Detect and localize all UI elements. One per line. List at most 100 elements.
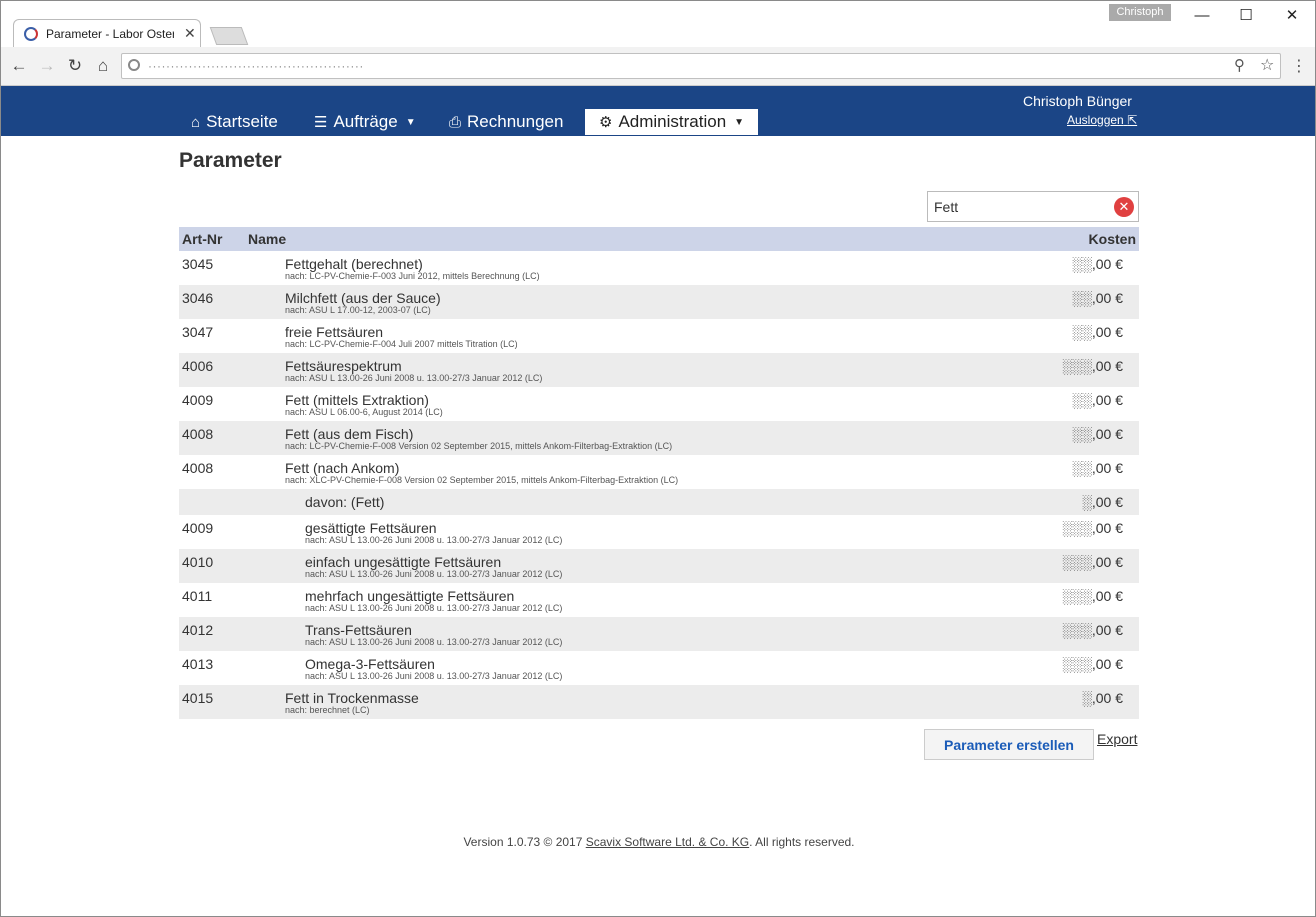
- table-row[interactable]: davon: (Fett) ░,00 €: [179, 489, 1139, 515]
- home-icon[interactable]: ⌂: [92, 55, 114, 77]
- table-row[interactable]: 4015 Fett in Trockenmasse nach: berechne…: [179, 685, 1139, 719]
- parameter-name[interactable]: Omega-3-Fettsäuren: [305, 656, 435, 672]
- browser-toolbar: ← → ↻ ⌂ ································…: [1, 47, 1315, 86]
- parameter-name[interactable]: Milchfett (aus der Sauce): [285, 290, 441, 306]
- art-nr: 4013: [182, 656, 214, 672]
- table-row[interactable]: 4010 einfach ungesättigte Fettsäuren nac…: [179, 549, 1139, 583]
- parameter-cost: ░░░,00 €: [1062, 622, 1123, 638]
- footer: Version 1.0.73 © 2017 Scavix Software Lt…: [1, 835, 1315, 849]
- table-row[interactable]: 4008 Fett (aus dem Fisch) nach: LC-PV-Ch…: [179, 421, 1139, 455]
- parameter-name[interactable]: Fettgehalt (berechnet): [285, 256, 423, 272]
- parameter-method: nach: ASU L 13.00-26 Juni 2008 u. 13.00-…: [305, 671, 563, 681]
- parameter-name[interactable]: einfach ungesättigte Fettsäuren: [305, 554, 501, 570]
- art-nr: 3047: [182, 324, 214, 340]
- footer-company-link[interactable]: Scavix Software Ltd. & Co. KG: [586, 835, 749, 849]
- art-nr: 4011: [182, 588, 213, 604]
- parameter-method: nach: LC-PV-Chemie-F-003 Juni 2012, mitt…: [285, 271, 540, 281]
- parameter-cost: ░,00 €: [1081, 494, 1123, 510]
- parameter-name[interactable]: Fett (nach Ankom): [285, 460, 399, 476]
- back-icon[interactable]: ←: [8, 55, 30, 77]
- forward-icon[interactable]: →: [36, 55, 58, 77]
- title-bar: Parameter - Labor Osterl ✕ Christoph — ☐…: [1, 1, 1315, 47]
- address-bar[interactable]: ········································…: [121, 53, 1281, 79]
- parameter-name[interactable]: Fett (mittels Extraktion): [285, 392, 429, 408]
- nav-label: Rechnungen: [467, 112, 564, 131]
- parameter-name[interactable]: freie Fettsäuren: [285, 324, 383, 340]
- parameter-method: nach: ASU L 13.00-26 Juni 2008 u. 13.00-…: [305, 603, 563, 613]
- site-favicon-icon: [24, 27, 38, 41]
- column-header-art[interactable]: Art-Nr: [182, 231, 222, 247]
- table-row[interactable]: 4008 Fett (nach Ankom) nach: XLC-PV-Chem…: [179, 455, 1139, 489]
- zoom-icon[interactable]: ⚲: [1234, 56, 1245, 74]
- nav-label: Startseite: [206, 112, 278, 131]
- footer-version: Version 1.0.73 © 2017: [463, 835, 586, 849]
- nav-startseite[interactable]: ⌂ Startseite: [191, 109, 278, 135]
- parameter-cost: ░░,00 €: [1072, 426, 1123, 442]
- browser-tab[interactable]: Parameter - Labor Osterl ✕: [13, 19, 201, 47]
- tab-close-icon[interactable]: ✕: [184, 25, 196, 42]
- url-text[interactable]: ········································…: [148, 59, 364, 73]
- table-row[interactable]: 4011 mehrfach ungesättigte Fettsäuren na…: [179, 583, 1139, 617]
- parameter-cost: ░░░,00 €: [1062, 358, 1123, 374]
- art-nr: 4012: [182, 622, 214, 638]
- home-icon: ⌂: [191, 114, 201, 131]
- parameter-method: nach: ASU L 17.00-12, 2003-07 (LC): [285, 305, 431, 315]
- parameter-name[interactable]: Fett in Trockenmasse: [285, 690, 419, 706]
- logout-label[interactable]: Ausloggen: [1067, 113, 1124, 127]
- art-nr: 4009: [182, 520, 214, 536]
- search-input[interactable]: [934, 197, 1104, 217]
- tab-title: Parameter - Labor Osterl: [46, 27, 174, 41]
- nav-administration[interactable]: ⚙ Administration ▼: [585, 109, 759, 135]
- parameter-method: nach: berechnet (LC): [285, 705, 370, 715]
- caret-down-icon: ▼: [734, 117, 745, 128]
- parameter-name[interactable]: davon: (Fett): [305, 494, 384, 510]
- table-row[interactable]: 4013 Omega-3-Fettsäuren nach: ASU L 13.0…: [179, 651, 1139, 685]
- table-row[interactable]: 4009 Fett (mittels Extraktion) nach: ASU…: [179, 387, 1139, 421]
- clear-search-icon[interactable]: ✕: [1114, 197, 1134, 217]
- parameter-name[interactable]: mehrfach ungesättigte Fettsäuren: [305, 588, 514, 604]
- parameter-cost: ░░,00 €: [1072, 256, 1123, 272]
- parameter-method: nach: ASU L 06.00-6, August 2014 (LC): [285, 407, 443, 417]
- reload-icon[interactable]: ↻: [64, 55, 86, 77]
- search-field[interactable]: ✕: [927, 191, 1139, 222]
- parameter-method: nach: ASU L 13.00-26 Juni 2008 u. 13.00-…: [305, 637, 563, 647]
- parameter-name[interactable]: gesättigte Fettsäuren: [305, 520, 437, 536]
- table-row[interactable]: 3047 freie Fettsäuren nach: LC-PV-Chemie…: [179, 319, 1139, 353]
- page-title: Parameter: [179, 149, 282, 172]
- export-link[interactable]: Export: [1097, 731, 1137, 747]
- nav-auftraege[interactable]: ☰ Aufträge ▼: [314, 109, 416, 135]
- parameter-name[interactable]: Fett (aus dem Fisch): [285, 426, 413, 442]
- art-nr: 4008: [182, 460, 214, 476]
- list-icon: ☰: [314, 114, 328, 131]
- parameter-cost: ░░,00 €: [1072, 290, 1123, 306]
- parameter-cost: ░░░,00 €: [1062, 554, 1123, 570]
- maximize-icon[interactable]: ☐: [1231, 5, 1261, 27]
- art-nr: 4008: [182, 426, 214, 442]
- app-header: ⌂ Startseite ☰ Aufträge ▼ ⎙ Rechnungen ⚙ Admi…: [1, 86, 1315, 136]
- nav-rechnungen[interactable]: ⎙ Rechnungen: [449, 109, 563, 135]
- table-row[interactable]: 3045 Fettgehalt (berechnet) nach: LC-PV-…: [179, 251, 1139, 285]
- new-tab-button[interactable]: [209, 27, 249, 45]
- parameter-cost: ░░░,00 €: [1062, 656, 1123, 672]
- parameter-cost: ░░░,00 €: [1062, 520, 1123, 536]
- table-row[interactable]: 3046 Milchfett (aus der Sauce) nach: ASU…: [179, 285, 1139, 319]
- art-nr: 4010: [182, 554, 214, 570]
- create-parameter-button[interactable]: Parameter erstellen: [924, 729, 1094, 760]
- site-info-icon[interactable]: [128, 59, 140, 71]
- column-header-name[interactable]: Name: [248, 231, 286, 247]
- parameter-name[interactable]: Trans-Fettsäuren: [305, 622, 412, 638]
- table-row[interactable]: 4009 gesättigte Fettsäuren nach: ASU L 1…: [179, 515, 1139, 549]
- table-row[interactable]: 4006 Fettsäurespektrum nach: ASU L 13.00…: [179, 353, 1139, 387]
- table-row[interactable]: 4012 Trans-Fettsäuren nach: ASU L 13.00-…: [179, 617, 1139, 651]
- bookmark-star-icon[interactable]: ☆: [1260, 55, 1274, 75]
- parameter-method: nach: XLC-PV-Chemie-F-008 Version 02 Sep…: [285, 475, 679, 485]
- column-header-cost[interactable]: Kosten: [1089, 231, 1136, 247]
- minimize-icon[interactable]: —: [1187, 5, 1217, 27]
- window-close-icon[interactable]: ✕: [1277, 5, 1307, 27]
- menu-dots-icon[interactable]: ⋮: [1291, 56, 1307, 76]
- logout-icon[interactable]: ⇱: [1127, 113, 1137, 127]
- profile-badge[interactable]: Christoph: [1109, 4, 1171, 21]
- logout-link[interactable]: Ausloggen ⇱: [1067, 113, 1137, 127]
- parameter-name[interactable]: Fettsäurespektrum: [285, 358, 402, 374]
- parameter-method: nach: ASU L 13.00-26 Juni 2008 u. 13.00-…: [285, 373, 543, 383]
